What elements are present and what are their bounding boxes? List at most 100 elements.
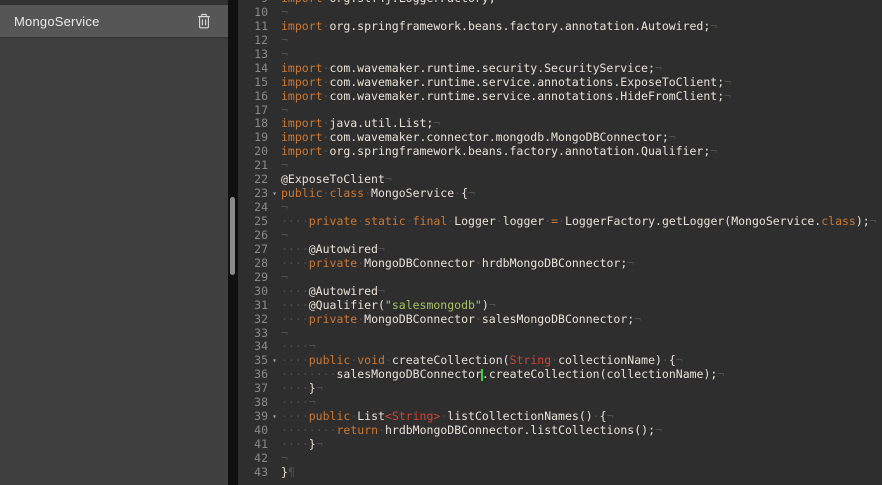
code-line[interactable]: 24¬ [238, 201, 882, 215]
fold-arrow-icon[interactable]: ▾ [268, 187, 281, 201]
code-line[interactable]: 40 ········return·hrdbMongoDBConnector.li… [238, 424, 882, 438]
line-number[interactable]: 31 [238, 299, 268, 313]
code-line[interactable]: 23▾public·class·MongoService·{¬ [238, 187, 882, 201]
code-text: ¬ [281, 271, 882, 285]
code-line[interactable]: 22 @ExposeToClient¬ [238, 173, 882, 187]
code-line[interactable]: 28····private·MongoDBConnector·hrdbMongo… [238, 257, 882, 271]
line-number[interactable]: 10 [238, 6, 268, 20]
code-text: ¬ [281, 48, 882, 62]
code-text: ····@Autowired¬ [281, 243, 882, 257]
code-line[interactable]: 21¬ [238, 159, 882, 173]
code-line[interactable]: 37····}¬ [238, 382, 882, 396]
delete-service-button[interactable] [196, 13, 212, 30]
code-text: import·org.springframework.beans.factory… [281, 145, 882, 159]
line-number[interactable]: 21 [238, 159, 268, 173]
line-number[interactable]: 36 [238, 368, 268, 382]
code-line[interactable]: 10 ¬ [238, 6, 882, 20]
line-number[interactable]: 14 [238, 62, 268, 76]
line-number[interactable]: 34 [238, 340, 268, 354]
fold-gutter [268, 382, 281, 396]
line-number[interactable]: 22 [238, 173, 268, 187]
fold-gutter [268, 62, 281, 76]
code-line[interactable]: 16import·com.wavemaker.runtime.service.a… [238, 90, 882, 104]
code-line[interactable]: 13 ¬ [238, 48, 882, 62]
fold-gutter [268, 48, 281, 62]
code-line[interactable]: 41 ····}¬ [238, 438, 882, 452]
line-number[interactable]: 30 [238, 285, 268, 299]
code-line[interactable]: 30····@Autowired¬ [238, 285, 882, 299]
code-line[interactable]: 26¬ [238, 229, 882, 243]
line-number[interactable]: 19 [238, 131, 268, 145]
line-number[interactable]: 11 [238, 20, 268, 34]
code-line[interactable]: 34 ····¬ [238, 340, 882, 354]
line-number[interactable]: 37 [238, 382, 268, 396]
line-number[interactable]: 42 [238, 452, 268, 466]
code-editor[interactable]: 9import·org.slf4j.LoggerFactory;¬10¬11im… [238, 0, 882, 485]
line-number[interactable]: 24 [238, 201, 268, 215]
code-line[interactable]: 20 import·org.springframework.beans.facto… [238, 145, 882, 159]
line-number[interactable]: 18 [238, 117, 268, 131]
code-line[interactable]: 43}¶ [238, 466, 882, 480]
line-number[interactable]: 16 [238, 90, 268, 104]
code-line[interactable]: 39▾····public·List<String>·listCollectio… [238, 410, 882, 424]
code-line[interactable]: 17¬ [238, 104, 882, 118]
line-number[interactable]: 23 [238, 187, 268, 201]
code-line[interactable]: 42¬ [238, 452, 882, 466]
code-line[interactable]: 38····¬ [238, 396, 882, 410]
code-line[interactable]: 25····private·static·final·Logger·logger… [238, 215, 882, 229]
sidebar-item-mongoservice[interactable]: MongoService [0, 5, 228, 37]
line-number[interactable]: 39 [238, 410, 268, 424]
fold-gutter [268, 34, 281, 48]
line-number[interactable]: 35 [238, 354, 268, 368]
code-line[interactable]: 35▾····public·void·createCollection(Stri… [238, 354, 882, 368]
line-number[interactable]: 40 [238, 424, 268, 438]
line-number[interactable]: 43 [238, 466, 268, 480]
line-number[interactable]: 32 [238, 313, 268, 327]
fold-arrow-icon[interactable]: ▾ [268, 354, 281, 368]
code-line[interactable]: 33¬ [238, 327, 882, 341]
line-number[interactable]: 17 [238, 104, 268, 118]
fold-gutter [268, 466, 281, 480]
code-text: ¬ [281, 6, 882, 20]
line-number[interactable]: 41 [238, 438, 268, 452]
fold-gutter [268, 340, 281, 354]
code-line[interactable]: 18import·java.util.List;¬ [238, 117, 882, 131]
code-line[interactable]: 32····private·MongoDBConnector·salesMong… [238, 313, 882, 327]
code-text: import·com.wavemaker.runtime.security.Se… [281, 62, 882, 76]
fold-arrow-icon[interactable]: ▾ [268, 410, 281, 424]
line-number[interactable]: 26 [238, 229, 268, 243]
code-line[interactable]: 11 import·org.springframework.beans.facto… [238, 20, 882, 34]
line-number[interactable]: 28 [238, 257, 268, 271]
line-number[interactable]: 27 [238, 243, 268, 257]
line-number[interactable]: 15 [238, 76, 268, 90]
code-line[interactable]: 15import·com.wavemaker.runtime.service.a… [238, 76, 882, 90]
code-text: @ExposeToClient¬ [281, 173, 882, 187]
line-number[interactable]: 29 [238, 271, 268, 285]
code-line[interactable]: 27 ····@Autowired¬ [238, 243, 882, 257]
line-number[interactable]: 12 [238, 34, 268, 48]
line-number[interactable]: 13 [238, 48, 268, 62]
code-text: ········return·hrdbMongoDBConnector.list… [281, 424, 882, 438]
line-number[interactable]: 20 [238, 145, 268, 159]
code-line[interactable]: 14 import·com.wavemaker.runtime.security.… [238, 62, 882, 76]
fold-gutter [268, 299, 281, 313]
editor-scrollbar-track[interactable] [228, 0, 238, 485]
code-line[interactable]: 29 ¬ [238, 271, 882, 285]
line-number[interactable]: 25 [238, 215, 268, 229]
fold-gutter [268, 104, 281, 118]
code-line[interactable]: 31····@Qualifier("salesmongodb")¬ [238, 299, 882, 313]
code-line[interactable]: 12¬ [238, 34, 882, 48]
line-number[interactable]: 33 [238, 327, 268, 341]
line-number[interactable]: 38 [238, 396, 268, 410]
code-text: ····}¬ [281, 438, 882, 452]
code-text: ····¬ [281, 340, 882, 354]
fold-gutter [268, 229, 281, 243]
services-sidebar: MongoService [0, 0, 228, 485]
code-line[interactable]: 36········salesMongoDBConnector.createCo… [238, 368, 882, 382]
fold-gutter [268, 271, 281, 285]
code-text: import·org.springframework.beans.factory… [281, 20, 882, 34]
fold-gutter [268, 285, 281, 299]
fold-gutter [268, 396, 281, 410]
editor-scrollbar-thumb[interactable] [230, 197, 235, 275]
code-line[interactable]: 19import·com.wavemaker.connector.mongodb… [238, 131, 882, 145]
